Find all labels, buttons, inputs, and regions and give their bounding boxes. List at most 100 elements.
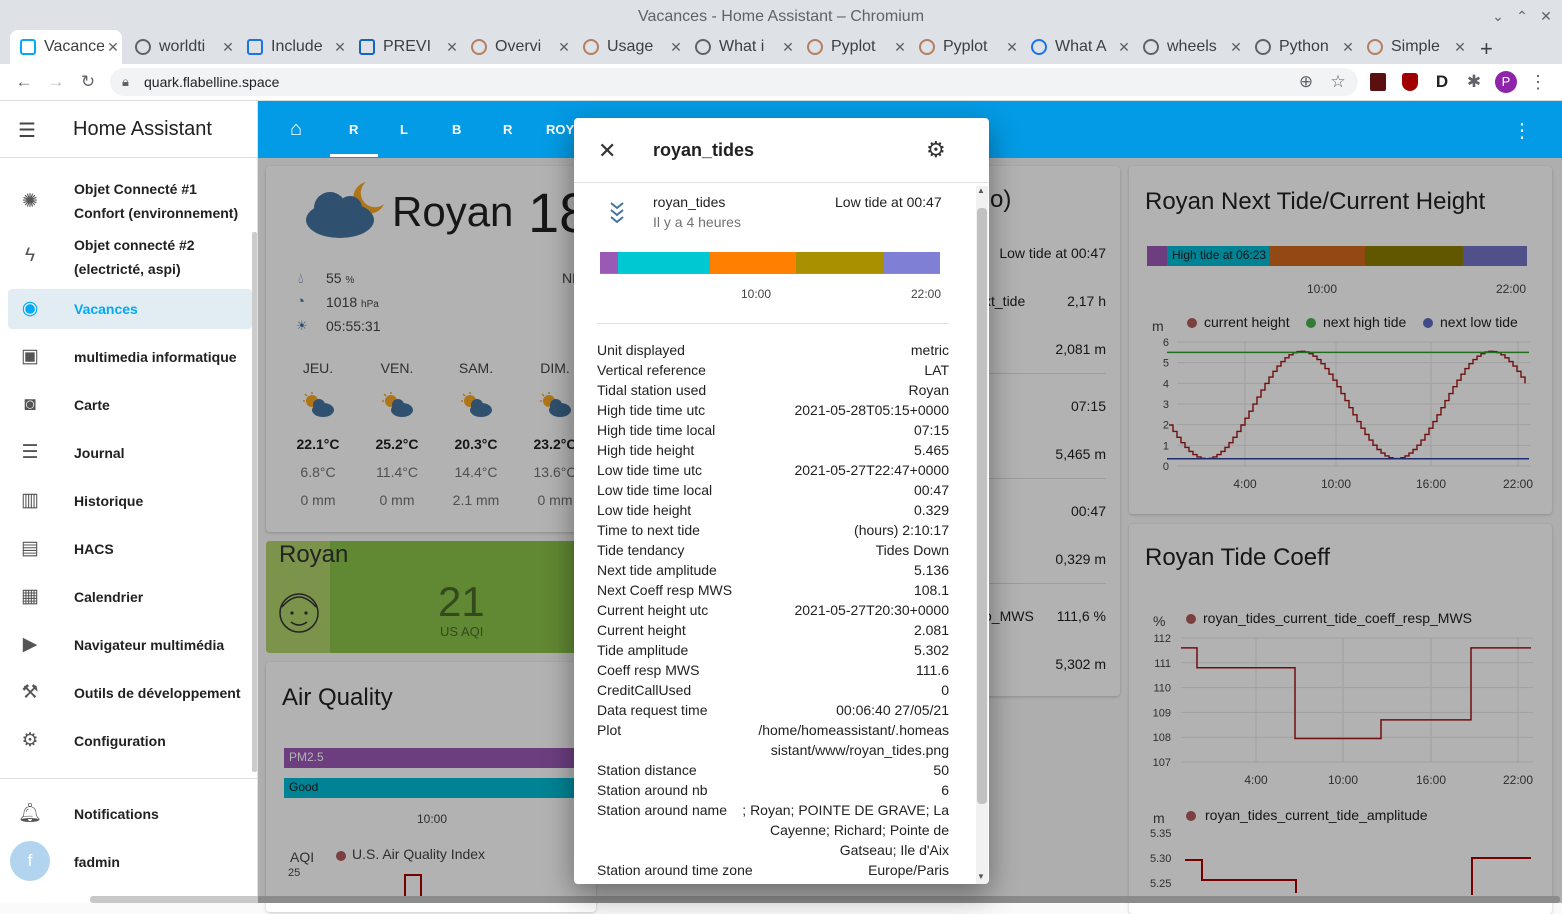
close-window-icon[interactable]: ✕	[1536, 6, 1556, 26]
install-app-icon[interactable]: ⊕	[1294, 70, 1318, 94]
close-tab-icon[interactable]: ✕	[219, 39, 237, 56]
close-tab-icon[interactable]: ✕	[1339, 39, 1357, 56]
sidebar-scrollbar[interactable]	[252, 232, 257, 772]
sidebar-item-outils-developpement[interactable]: ⚒ Outils de développement	[0, 669, 258, 717]
view-tab[interactable]: R	[349, 122, 358, 137]
browser-tab[interactable]: What i ✕	[685, 30, 797, 64]
sidebar-item-configuration[interactable]: ⚙ Configuration	[0, 717, 258, 765]
bell-icon: 🔔︎	[18, 803, 43, 824]
matplotlib-favicon-icon	[919, 39, 935, 55]
minimize-icon[interactable]: ⌄	[1488, 6, 1508, 26]
home-icon[interactable]: ⌂	[290, 118, 302, 141]
reload-icon[interactable]: ↻	[76, 70, 100, 94]
browser-tab[interactable]: Usage ✕	[573, 30, 685, 64]
browser-tab[interactable]: wheels ✕	[1133, 30, 1245, 64]
attribute-value: 50	[933, 762, 949, 778]
sidebar-item-objet-connecte-1[interactable]: ✺ Objet Connecté #1 Confort (environneme…	[0, 172, 258, 228]
sidebar-item-notifications[interactable]: 🔔︎ Notifications	[0, 790, 258, 838]
extension-d-icon[interactable]: D	[1430, 70, 1454, 94]
page-favicon-icon	[247, 39, 263, 55]
url-text[interactable]: quark.flabelline.space	[144, 74, 279, 90]
sidebar-item-historique[interactable]: ▥ Historique	[0, 477, 258, 525]
sidebar-item-vacances[interactable]: ◉ Vacances	[8, 289, 252, 329]
close-tab-icon[interactable]: ✕	[779, 39, 797, 56]
lock-icon[interactable]: 🔒︎	[122, 74, 129, 90]
attribute-row: Data request time 00:06:40 27/05/21	[597, 700, 949, 720]
scroll-down-icon[interactable]: ▼	[977, 872, 985, 881]
entity-last-changed: Il y a 4 heures	[653, 214, 741, 230]
close-icon[interactable]: ✕	[598, 138, 616, 164]
scroll-up-icon[interactable]: ▲	[977, 186, 985, 195]
close-tab-icon[interactable]: ✕	[1003, 39, 1021, 56]
close-tab-icon[interactable]: ✕	[1227, 39, 1245, 56]
sidebar-item-hacs[interactable]: ▤ HACS	[0, 525, 258, 573]
chevron-triple-down-icon	[610, 200, 624, 228]
sidebar-item-calendrier[interactable]: ▦ Calendrier	[0, 573, 258, 621]
browser-tab[interactable]: Python ✕	[1245, 30, 1357, 64]
attribute-key: Time to next tide	[597, 522, 700, 538]
view-tab[interactable]: L	[400, 122, 408, 137]
sidebar-item-carte[interactable]: ◙ Carte	[0, 381, 258, 429]
attribute-row: High tide height 5.465	[597, 440, 949, 460]
attribute-row: Low tide height 0.329	[597, 500, 949, 520]
address-bar[interactable]	[110, 68, 1358, 96]
attribute-key: Station around name	[597, 802, 727, 818]
attribute-value: 111.6	[916, 662, 949, 678]
attribute-key: CreditCallUsed	[597, 682, 692, 698]
more-info-dialog: ✕ royan_tides ⚙ royan_tides Il y a 4 heu…	[574, 118, 989, 884]
settings-cog-icon[interactable]: ⚙	[926, 137, 946, 163]
attribute-row: Tidal station used Royan	[597, 380, 949, 400]
window-title: Vacances - Home Assistant – Chromium	[637, 8, 925, 25]
attribute-key: Low tide time utc	[597, 462, 703, 478]
close-tab-icon[interactable]: ✕	[443, 39, 461, 56]
browser-menu-icon[interactable]: ⋮	[1526, 70, 1550, 94]
sidebar-item-objet-connecte-2[interactable]: ϟ Objet connecté #2 (electricté, aspi)	[0, 228, 258, 284]
profile-avatar[interactable]: P	[1495, 71, 1517, 93]
attribute-row: Station distance 50	[597, 760, 949, 780]
forward-icon[interactable]: →	[44, 70, 68, 94]
history-timeline[interactable]	[600, 252, 940, 280]
extension-icon[interactable]	[1370, 73, 1386, 91]
dialog-scrollbar-thumb[interactable]	[977, 208, 987, 804]
attribute-row: Tide amplitude 5.302	[597, 640, 949, 660]
close-tab-icon[interactable]: ✕	[555, 39, 573, 56]
sidebar-item-profile[interactable]: f fadmin	[0, 838, 258, 886]
play-box-icon: ▶	[22, 634, 38, 655]
menu-collapse-icon[interactable]: ☰	[18, 118, 36, 143]
sidebar-item-journal[interactable]: ☰ Journal	[0, 429, 258, 477]
overflow-menu-icon[interactable]: ⋮	[1512, 118, 1532, 143]
browser-tab[interactable]: Pyplot ✕	[909, 30, 1021, 64]
browser-tab[interactable]: worldti ✕	[125, 30, 237, 64]
close-tab-icon[interactable]: ✕	[1115, 39, 1133, 56]
attribute-value: Europe/Paris	[868, 862, 949, 878]
close-tab-icon[interactable]: ✕	[1451, 39, 1469, 56]
sidebar-item-multimedia[interactable]: ▣ multimedia informatique	[0, 333, 258, 381]
browser-tab[interactable]: Include ✕	[237, 30, 349, 64]
close-tab-icon[interactable]: ✕	[891, 39, 909, 56]
browser-tab[interactable]: What A ✕	[1021, 30, 1133, 64]
ublock-icon[interactable]	[1402, 73, 1418, 91]
new-tab-icon[interactable]: +	[1480, 36, 1493, 62]
matplotlib-favicon-icon	[471, 39, 487, 55]
view-tab[interactable]: R	[503, 122, 512, 137]
browser-tab[interactable]: Simple ✕	[1357, 30, 1469, 64]
extensions-puzzle-icon[interactable]: ✱	[1462, 70, 1486, 94]
close-tab-icon[interactable]: ✕	[331, 39, 349, 56]
close-tab-icon[interactable]: ✕	[104, 39, 122, 56]
github-favicon-icon	[135, 39, 151, 55]
attribute-key: Low tide time local	[597, 482, 713, 498]
close-tab-icon[interactable]: ✕	[667, 39, 685, 56]
maximize-icon[interactable]: ⌃	[1512, 6, 1532, 26]
bookmark-star-icon[interactable]: ☆	[1326, 70, 1350, 94]
back-icon[interactable]: ←	[12, 70, 36, 94]
sidebar-item-navigateur-multimedia[interactable]: ▶ Navigateur multimédia	[0, 621, 258, 669]
attribute-value: 2021-05-27T22:47+0000	[794, 462, 949, 478]
view-tab[interactable]: B	[452, 122, 461, 137]
entity-state: Low tide at 00:47	[835, 194, 942, 210]
browser-tab[interactable]: Overvi ✕	[461, 30, 573, 64]
browser-tab[interactable]: PREVI ✕	[349, 30, 461, 64]
browser-tab[interactable]: Vacances✕	[10, 30, 122, 64]
view-tab[interactable]: ROY	[546, 122, 574, 137]
attribute-value: 6	[941, 782, 949, 798]
browser-tab[interactable]: Pyplot ✕	[797, 30, 909, 64]
